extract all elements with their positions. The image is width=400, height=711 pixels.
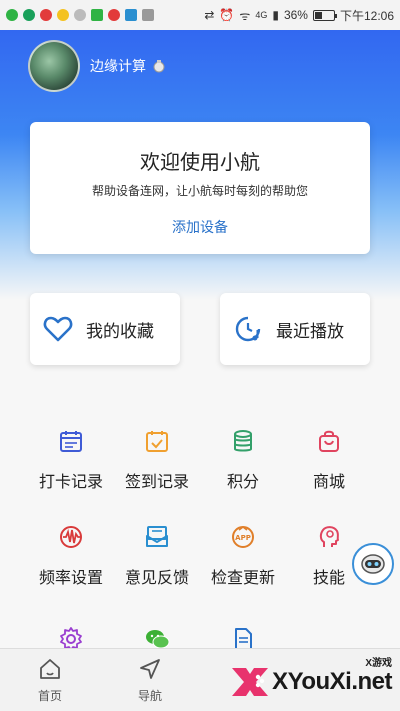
grid-label: 意见反馈 xyxy=(124,570,189,587)
profile-row[interactable]: 边缘计算 xyxy=(28,40,166,92)
grid-label: 频率设置 xyxy=(38,570,103,587)
calendar-icon xyxy=(60,431,82,452)
welcome-title: 欢迎使用小航 xyxy=(140,152,260,174)
upload-icon xyxy=(91,9,103,21)
status-bar: ⇄ ⏰ ᯤ 4G ▮ 36% 下午12:06 xyxy=(0,0,400,30)
watermark-main-text: XYouXi.net xyxy=(272,668,392,695)
svg-text:APP: APP xyxy=(235,534,251,542)
grid-label: 积分 xyxy=(226,474,259,491)
app-notification-icon xyxy=(108,9,120,21)
recent-play-label: 最近播放 xyxy=(276,321,344,341)
welcome-card: 欢迎使用小航 帮助设备连网，让小航每时每刻的帮助您 添加设备 xyxy=(30,122,370,254)
badge-icon xyxy=(153,60,165,73)
home-icon xyxy=(40,659,60,679)
grid-label: 检查更新 xyxy=(210,570,275,587)
coins-icon xyxy=(234,430,252,452)
nav-navigation-label: 导航 xyxy=(137,689,162,703)
app-notification-icon xyxy=(40,9,52,21)
grid-item-frequency-settings[interactable]: 频率设置 xyxy=(26,524,116,588)
watermark-top-text: X游戏 xyxy=(365,658,392,669)
grid-label: 打卡记录 xyxy=(38,474,103,491)
clock-music-icon xyxy=(235,316,261,342)
clock-time: 下午12:06 xyxy=(339,8,394,23)
username: 边缘计算 xyxy=(90,58,146,74)
feedback-mail-icon xyxy=(146,526,168,547)
grid-item-points[interactable]: 积分 xyxy=(198,428,288,492)
grid-item-feedback[interactable]: 意见反馈 xyxy=(112,524,202,588)
heart-icon xyxy=(43,316,73,342)
nav-home-label: 首页 xyxy=(37,689,62,703)
grid-item-signin-record[interactable]: 签到记录 xyxy=(112,428,202,492)
assistant-float-button[interactable] xyxy=(352,543,394,585)
grid-label: 商城 xyxy=(312,474,345,491)
image-icon xyxy=(142,9,154,21)
vibrate-icon: ⇄ xyxy=(204,8,215,22)
alarm-icon: ⏰ xyxy=(219,8,235,22)
recent-play-button[interactable]: 最近播放 xyxy=(220,293,370,365)
nav-home[interactable]: 首页 xyxy=(10,657,90,704)
navigation-icon xyxy=(140,659,160,679)
battery-icon xyxy=(312,9,337,21)
app-screen: ⇄ ⏰ ᯤ 4G ▮ 36% 下午12:06 边缘计算 欢迎使用小航 帮助设备连… xyxy=(0,0,400,711)
shopping-bag-icon xyxy=(319,430,339,452)
status-system: ⇄ ⏰ ᯤ 4G ▮ 36% 下午12:06 xyxy=(204,7,394,24)
grid-label: 签到记录 xyxy=(124,474,189,491)
checkin-calendar-icon xyxy=(146,431,168,452)
welcome-subtitle: 帮助设备连网，让小航每时每刻的帮助您 xyxy=(91,184,308,198)
add-device-link[interactable]: 添加设备 xyxy=(30,217,370,237)
app-notification-icon xyxy=(57,9,69,21)
app-update-icon: APP xyxy=(232,526,254,548)
robot-icon xyxy=(361,554,385,574)
favorites-button[interactable]: 我的收藏 xyxy=(30,293,180,365)
watermark: X游戏 XYouXi.net xyxy=(222,652,400,711)
message-icon xyxy=(23,9,35,21)
watermark-logo-icon xyxy=(232,668,268,696)
favorites-label: 我的收藏 xyxy=(86,321,154,341)
app-notification-icon xyxy=(74,9,86,21)
status-notifications xyxy=(6,9,154,21)
signal-icon: ▮ xyxy=(272,8,279,22)
grid-item-checkin-record[interactable]: 打卡记录 xyxy=(26,428,116,492)
network-type: 4G xyxy=(255,10,268,20)
battery-percent: 36% xyxy=(283,8,308,22)
nav-navigation[interactable]: 导航 xyxy=(110,657,190,704)
phone-icon xyxy=(6,9,18,21)
avatar[interactable] xyxy=(28,40,80,92)
grid-item-mall[interactable]: 商城 xyxy=(284,428,374,492)
app-notification-icon xyxy=(125,9,137,21)
grid-item-check-update[interactable]: APP 检查更新 xyxy=(198,524,288,588)
wifi-icon: ᯤ xyxy=(239,8,251,23)
head-skill-icon xyxy=(319,526,339,547)
waveform-icon xyxy=(60,526,82,548)
